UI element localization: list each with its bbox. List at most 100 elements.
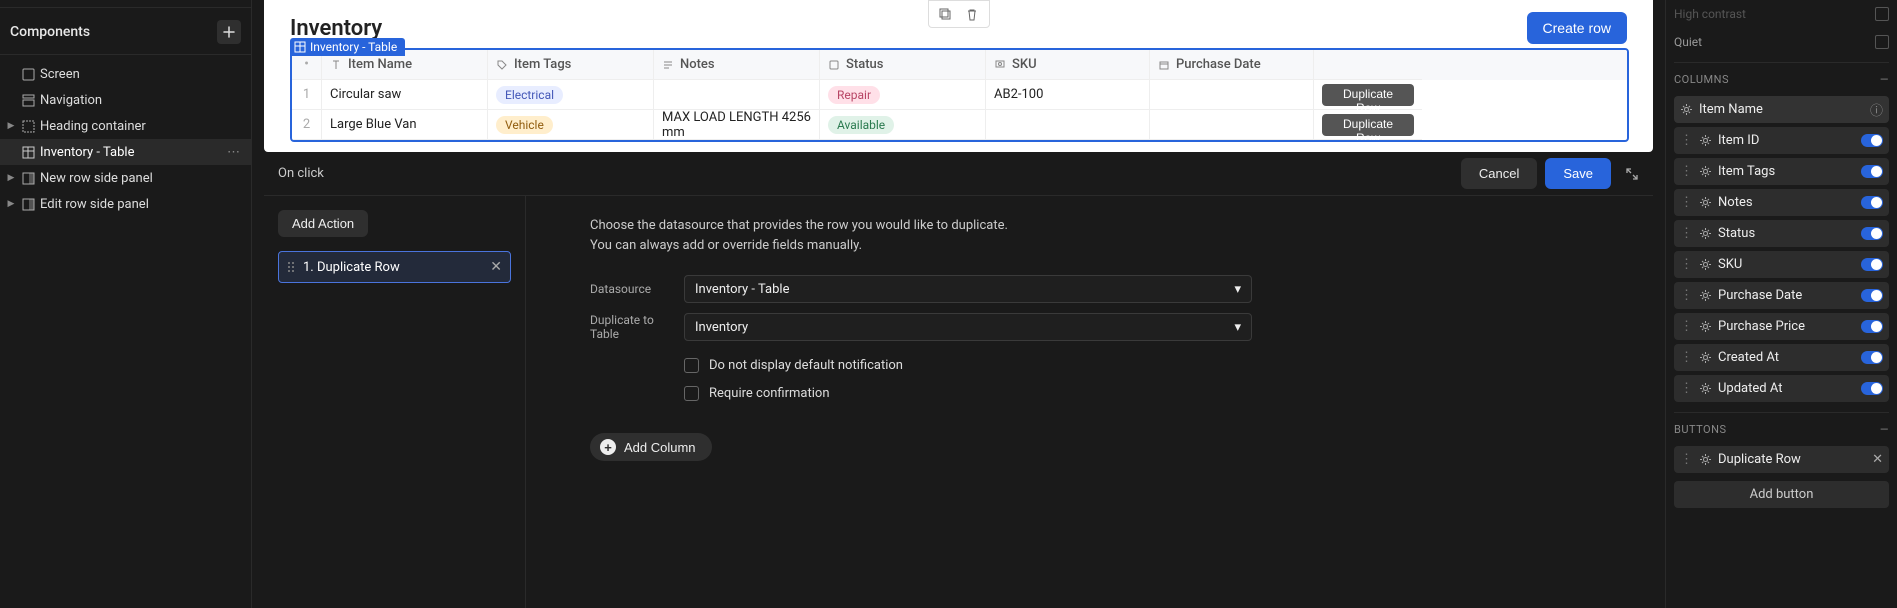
inventory-table[interactable]: • Item Name Item Tags Notes Status SKU P…	[290, 48, 1629, 142]
require-confirmation-checkbox[interactable]	[684, 386, 699, 401]
column-config-row[interactable]: ⋮Item Tags	[1674, 158, 1889, 185]
cell-status[interactable]: Available	[820, 110, 986, 140]
gear-icon[interactable]	[1699, 165, 1712, 178]
column-config-row[interactable]: ⋮Status	[1674, 220, 1889, 247]
table-row[interactable]: 2 Large Blue Van Vehicle MAX LOAD LENGTH…	[292, 110, 1627, 140]
column-visibility-toggle[interactable]	[1861, 289, 1883, 302]
add-button-button[interactable]: Add button	[1674, 481, 1889, 508]
gear-icon[interactable]	[1699, 134, 1712, 147]
cell-date[interactable]	[1150, 110, 1314, 140]
column-visibility-toggle[interactable]	[1861, 227, 1883, 240]
cell-notes[interactable]	[654, 80, 820, 110]
more-icon[interactable]: ⋯	[227, 145, 241, 160]
copy-icon[interactable]	[939, 8, 952, 21]
cell-notes[interactable]: MAX LOAD LENGTH 4256 mm	[654, 110, 820, 140]
high-contrast-checkbox[interactable]	[1875, 7, 1889, 21]
column-visibility-toggle[interactable]	[1861, 320, 1883, 333]
column-config-item-name[interactable]: Item Name ⓘ	[1674, 96, 1889, 123]
column-visibility-toggle[interactable]	[1861, 351, 1883, 364]
chevron-right-icon[interactable]: ▶	[6, 173, 16, 183]
duplicate-to-select[interactable]: Inventory ▾	[684, 313, 1252, 341]
drag-handle-icon[interactable]: ⋮	[1680, 257, 1693, 272]
gear-icon[interactable]	[1699, 453, 1712, 466]
tree-item-heading-container[interactable]: ▶ Heading container	[0, 113, 251, 139]
column-visibility-toggle[interactable]	[1861, 196, 1883, 209]
buttons-section-header[interactable]: Buttons —	[1674, 412, 1889, 446]
add-action-button[interactable]: Add Action	[278, 210, 368, 237]
collapse-icon[interactable]: —	[1880, 73, 1889, 86]
gear-icon[interactable]	[1699, 289, 1712, 302]
quiet-checkbox[interactable]	[1875, 35, 1889, 49]
gear-icon[interactable]	[1699, 196, 1712, 209]
button-config-duplicate-row[interactable]: ⋮ Duplicate Row ✕	[1674, 446, 1889, 473]
chevron-down-icon: ▾	[1234, 282, 1241, 297]
cell-status[interactable]: Repair	[820, 80, 986, 110]
cell-item-tags[interactable]: Electrical	[488, 80, 654, 110]
duplicate-row-button[interactable]: Duplicate Row	[1322, 84, 1414, 106]
info-icon[interactable]: ⓘ	[1870, 100, 1883, 119]
drag-handle-icon[interactable]: ⋮	[1680, 133, 1693, 148]
column-config-row[interactable]: ⋮Purchase Date	[1674, 282, 1889, 309]
close-icon[interactable]: ✕	[1872, 452, 1883, 467]
gear-icon[interactable]	[1699, 382, 1712, 395]
column-visibility-toggle[interactable]	[1861, 134, 1883, 147]
tree-item-edit-row-panel[interactable]: ▶ Edit row side panel	[0, 191, 251, 217]
drag-handle-icon[interactable]	[287, 261, 295, 273]
column-header[interactable]: Notes	[654, 50, 820, 80]
add-column-button[interactable]: + Add Column	[590, 433, 712, 461]
table-row[interactable]: 1 Circular saw Electrical Repair AB2-100…	[292, 80, 1627, 110]
cell-item-name[interactable]: Circular saw	[322, 80, 488, 110]
chevron-right-icon[interactable]: ▶	[6, 199, 16, 209]
columns-section-header[interactable]: Columns —	[1674, 62, 1889, 96]
tree-item-new-row-panel[interactable]: ▶ New row side panel	[0, 165, 251, 191]
drag-handle-icon[interactable]: ⋮	[1680, 350, 1693, 365]
column-visibility-toggle[interactable]	[1861, 165, 1883, 178]
selection-tag[interactable]: Inventory - Table	[290, 38, 405, 56]
column-config-row[interactable]: ⋮SKU	[1674, 251, 1889, 278]
cell-item-tags[interactable]: Vehicle	[488, 110, 654, 140]
no-notification-checkbox[interactable]	[684, 358, 699, 373]
save-button[interactable]: Save	[1545, 158, 1611, 189]
tree-item-navigation[interactable]: Navigation	[0, 87, 251, 113]
cancel-button[interactable]: Cancel	[1461, 158, 1537, 189]
column-visibility-toggle[interactable]	[1861, 382, 1883, 395]
column-header[interactable]: Item Tags	[488, 50, 654, 80]
create-row-button[interactable]: Create row	[1527, 12, 1627, 44]
drag-handle-icon[interactable]: ⋮	[1680, 288, 1693, 303]
column-config-row[interactable]: ⋮Notes	[1674, 189, 1889, 216]
cell-sku[interactable]	[986, 110, 1150, 140]
drag-handle-icon[interactable]: ⋮	[1680, 164, 1693, 179]
trash-icon[interactable]	[966, 8, 978, 21]
column-config-row[interactable]: ⋮Purchase Price	[1674, 313, 1889, 340]
action-item-duplicate-row[interactable]: 1. Duplicate Row ✕	[278, 251, 511, 283]
cell-item-name[interactable]: Large Blue Van	[322, 110, 488, 140]
cell-date[interactable]	[1150, 80, 1314, 110]
cell-sku[interactable]: AB2-100	[986, 80, 1150, 110]
tree-item-inventory-table[interactable]: Inventory - Table ⋯	[0, 139, 251, 165]
gear-icon[interactable]	[1699, 227, 1712, 240]
drag-handle-icon[interactable]: ⋮	[1680, 452, 1693, 467]
column-config-row[interactable]: ⋮Item ID	[1674, 127, 1889, 154]
tree-item-screen[interactable]: Screen	[0, 61, 251, 87]
expand-icon[interactable]	[1625, 167, 1639, 181]
column-header[interactable]: Purchase Date	[1150, 50, 1314, 80]
drag-handle-icon[interactable]: ⋮	[1680, 319, 1693, 334]
add-component-button[interactable]	[217, 20, 241, 44]
chevron-right-icon[interactable]: ▶	[6, 121, 16, 131]
gear-icon[interactable]	[1699, 320, 1712, 333]
datasource-select[interactable]: Inventory - Table ▾	[684, 275, 1252, 303]
column-header[interactable]: SKU	[986, 50, 1150, 80]
column-header[interactable]: Status	[820, 50, 986, 80]
gear-icon[interactable]	[1699, 258, 1712, 271]
column-config-row[interactable]: ⋮Updated At	[1674, 375, 1889, 402]
drag-handle-icon[interactable]: ⋮	[1680, 195, 1693, 210]
collapse-icon[interactable]: —	[1880, 423, 1889, 436]
gear-icon[interactable]	[1680, 103, 1693, 116]
drag-handle-icon[interactable]: ⋮	[1680, 226, 1693, 241]
close-icon[interactable]: ✕	[490, 259, 502, 275]
duplicate-row-button[interactable]: Duplicate Row	[1322, 114, 1414, 136]
column-config-row[interactable]: ⋮Created At	[1674, 344, 1889, 371]
column-visibility-toggle[interactable]	[1861, 258, 1883, 271]
drag-handle-icon[interactable]: ⋮	[1680, 381, 1693, 396]
gear-icon[interactable]	[1699, 351, 1712, 364]
